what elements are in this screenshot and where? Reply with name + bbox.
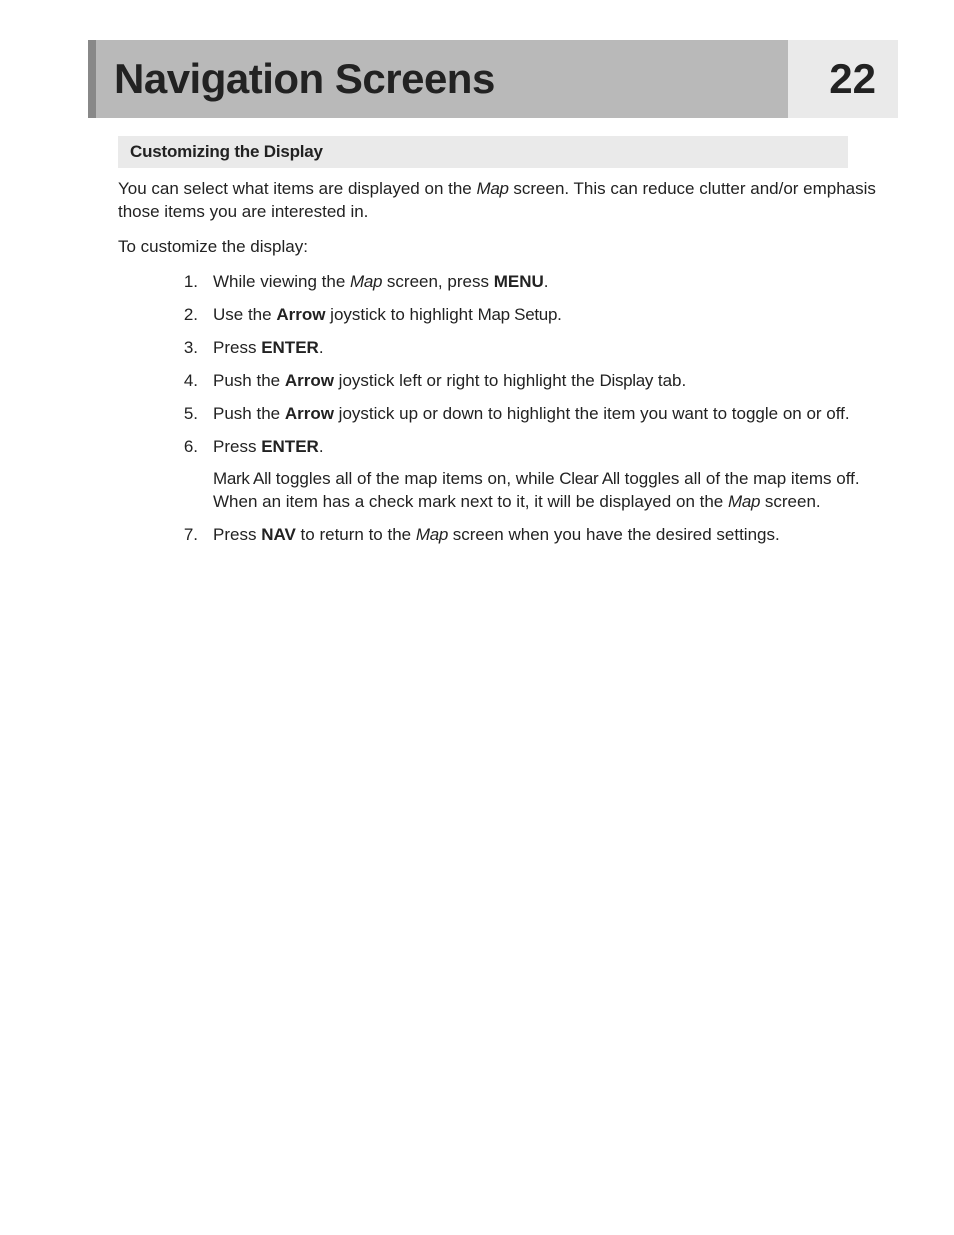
styled-run: Clear All [559, 469, 620, 488]
styled-run: ENTER [261, 437, 319, 456]
step-item: 2. Use the Arrow joystick to highlight Ma… [168, 304, 894, 327]
step-item: 3. Press ENTER. [168, 337, 894, 360]
step-extra-text: Mark All toggles all of the map items on… [213, 468, 894, 514]
ui-term-map: Map [476, 179, 508, 198]
text-run: You can select what items are displayed … [118, 179, 476, 198]
text-run: . [319, 437, 324, 456]
styled-run: Map Setup [478, 305, 558, 324]
step-item: 4. Push the Arrow joystick left or right … [168, 370, 894, 393]
text-run: Push the [213, 371, 285, 390]
step-text: Press ENTER. [213, 337, 894, 360]
section-subheader: Customizing the Display [118, 136, 848, 168]
step-number: 2. [168, 304, 198, 327]
step-number: 4. [168, 370, 198, 393]
steps-list: 1. While viewing the Map screen, press ME… [168, 271, 894, 547]
text-run: joystick up or down to highlight the ite… [334, 404, 850, 423]
step-item: 6. Press ENTER. Mark All toggles all of th… [168, 436, 894, 515]
styled-run: Map [350, 272, 382, 291]
text-run: tab. [653, 371, 686, 390]
styled-run: Mark All [213, 469, 271, 488]
step-text: Push the Arrow joystick up or down to hi… [213, 403, 894, 426]
text-run: . [319, 338, 324, 357]
page: Navigation Screens 22 Customizing the Di… [0, 0, 954, 547]
text-run: toggles all of the map items on, while [271, 469, 559, 488]
intro-paragraph-1: You can select what items are displayed … [118, 178, 894, 224]
styled-run: Map [416, 525, 448, 544]
page-header: Navigation Screens 22 [88, 40, 898, 118]
step-number: 6. [168, 436, 198, 459]
page-title: Navigation Screens [114, 55, 495, 103]
page-number-block: 22 [788, 40, 898, 118]
text-run: joystick to highlight [325, 305, 477, 324]
styled-run: Arrow [285, 404, 334, 423]
styled-run: ENTER [261, 338, 319, 357]
step-text: Use the Arrow joystick to highlight Map … [213, 304, 894, 327]
text-run: joystick left or right to highlight the [334, 371, 600, 390]
text-run: Press [213, 437, 261, 456]
styled-run: Display [599, 371, 653, 390]
intro-paragraph-2: To customize the display: [118, 236, 894, 259]
step-number: 1. [168, 271, 198, 294]
title-block: Navigation Screens [88, 40, 788, 118]
text-run: to return to the [296, 525, 416, 544]
text-run: . [544, 272, 549, 291]
text-run: screen when you have the desired setting… [448, 525, 780, 544]
text-run: Press [213, 525, 261, 544]
text-run: Press [213, 338, 261, 357]
styled-run: NAV [261, 525, 296, 544]
text-run: . [557, 305, 562, 324]
text-run: Push the [213, 404, 285, 423]
step-text: Press ENTER. [213, 436, 894, 459]
text-run: Use the [213, 305, 276, 324]
step-text: Push the Arrow joystick left or right to… [213, 370, 894, 393]
styled-run: Arrow [285, 371, 334, 390]
text-run: screen. [760, 492, 820, 511]
section-subtitle: Customizing the Display [130, 142, 323, 161]
text-run: screen, press [382, 272, 494, 291]
step-number: 5. [168, 403, 198, 426]
step-item: 7. Press NAV to return to the Map screen … [168, 524, 894, 547]
step-number: 3. [168, 337, 198, 360]
step-text: While viewing the Map screen, press MENU… [213, 271, 894, 294]
step-item: 5. Push the Arrow joystick up or down to … [168, 403, 894, 426]
step-item: 1. While viewing the Map screen, press ME… [168, 271, 894, 294]
styled-run: MENU [494, 272, 544, 291]
step-number: 7. [168, 524, 198, 547]
page-number: 22 [829, 55, 876, 103]
text-run: While viewing the [213, 272, 350, 291]
step-text: Press NAV to return to the Map screen wh… [213, 524, 894, 547]
styled-run: Map [728, 492, 760, 511]
styled-run: Arrow [276, 305, 325, 324]
section-content: You can select what items are displayed … [118, 178, 894, 547]
